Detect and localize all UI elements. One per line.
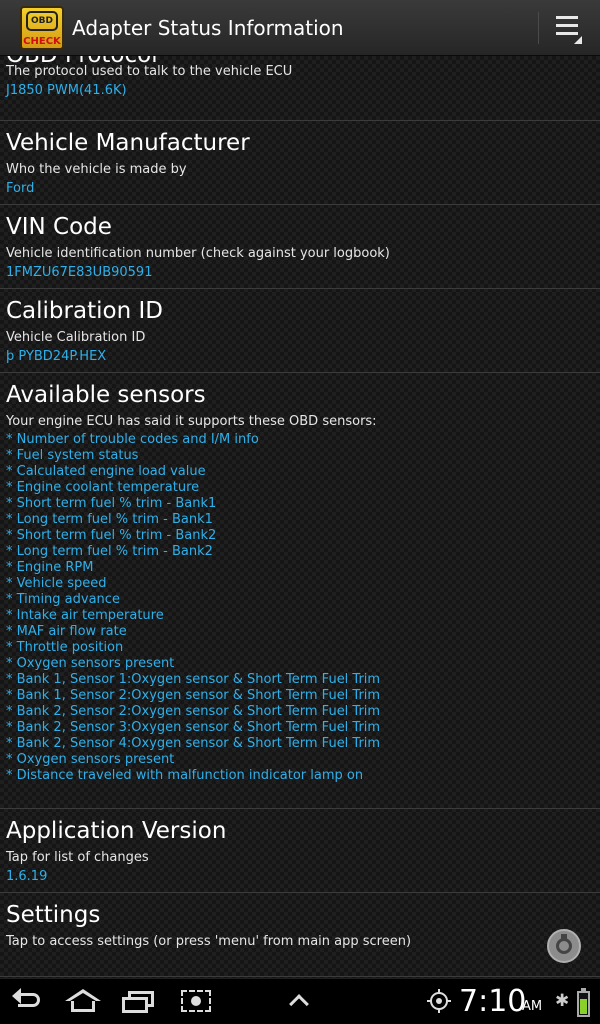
sensor-item: * Calculated engine load value	[6, 464, 206, 479]
menu-line	[556, 16, 578, 19]
sensor-item: * Bank 2, Sensor 2:Oxygen sensor & Short…	[6, 704, 381, 719]
sensor-item: * Long term fuel % trim - Bank1	[6, 512, 213, 527]
divider	[0, 808, 600, 809]
sensor-item: * Bank 2, Sensor 3:Oxygen sensor & Short…	[6, 720, 381, 735]
section-heading: VIN Code	[6, 214, 112, 240]
settings-section[interactable]: Settings Tap to access settings (or pres…	[0, 902, 600, 972]
section-description: The protocol used to talk to the vehicle…	[6, 64, 293, 79]
section-description: Tap for list of changes	[6, 850, 149, 865]
up-chevron-icon[interactable]	[284, 987, 316, 1015]
chevron-shape	[289, 994, 309, 1014]
system-bar: 7:10 AM ✱	[0, 978, 600, 1024]
app-version-section[interactable]: Application Version Tap for list of chan…	[0, 818, 600, 892]
sensor-item: * Oxygen sensors present	[6, 752, 175, 767]
menu-line	[556, 32, 578, 35]
section-heading: Calibration ID	[6, 298, 163, 324]
gear-ring	[556, 938, 572, 954]
menu-line	[556, 24, 578, 27]
sensor-item: * Throttle position	[6, 640, 124, 655]
section-description: Tap to access settings (or press 'menu' …	[6, 934, 412, 949]
home-base	[71, 1001, 95, 1012]
page-title: Adapter Status Information	[72, 16, 344, 40]
overflow-menu-icon[interactable]	[548, 12, 588, 46]
vin-section[interactable]: VIN Code Vehicle identification number (…	[0, 214, 600, 288]
divider	[0, 976, 600, 977]
section-description: Vehicle identification number (check aga…	[6, 246, 390, 261]
sensor-item: * Distance traveled with malfunction ind…	[6, 768, 364, 783]
section-description: Your engine ECU has said it supports the…	[6, 414, 377, 429]
obd-check-logo-icon[interactable]: OBD CHECK	[20, 6, 64, 50]
status-list[interactable]: OBD Protocol The protocol used to talk t…	[0, 56, 600, 978]
section-value: Ford	[6, 181, 35, 196]
action-bar: OBD CHECK Adapter Status Information	[0, 0, 600, 56]
sensor-item: * Bank 1, Sensor 2:Oxygen sensor & Short…	[6, 688, 381, 703]
section-heading: Vehicle Manufacturer	[6, 130, 250, 156]
battery-icon	[577, 988, 590, 1017]
sensor-item: * Short term fuel % trim - Bank1	[6, 496, 217, 511]
screenshot-dot	[191, 996, 201, 1006]
section-heading: Settings	[6, 902, 101, 928]
divider	[0, 120, 600, 121]
sensor-item: * Engine RPM	[6, 560, 94, 575]
section-description: Who the vehicle is made by	[6, 162, 187, 177]
menu-corner-triangle	[574, 36, 582, 44]
back-arc	[18, 993, 40, 1007]
sensor-item: * Short term fuel % trim - Bank2	[6, 528, 217, 543]
section-value: 1FMZU67E83UB90591	[6, 265, 153, 280]
section-value: þ PYBD24P.HEX	[6, 349, 107, 364]
home-icon[interactable]	[62, 987, 104, 1015]
status-clock[interactable]: 7:10	[459, 984, 526, 1019]
battery-cap	[581, 988, 586, 991]
section-value: 1.6.19	[6, 869, 48, 884]
sensor-item: * MAF air flow rate	[6, 624, 127, 639]
protocol-section[interactable]: OBD Protocol The protocol used to talk t…	[0, 56, 600, 120]
back-icon[interactable]	[10, 987, 46, 1015]
sensor-item: * Vehicle speed	[6, 576, 107, 591]
section-heading: Available sensors	[6, 382, 206, 408]
section-value: J1850 PWM(41.6K)	[6, 83, 127, 98]
recent-rect-front	[122, 997, 148, 1013]
sensors-section[interactable]: Available sensors Your engine ECU has sa…	[0, 382, 600, 802]
sensor-item: * Intake air temperature	[6, 608, 164, 623]
logo-top-text: OBD	[26, 11, 58, 31]
logo-bottom-text: CHECK	[23, 36, 61, 47]
battery-fill	[580, 998, 587, 1014]
sensor-item: * Bank 1, Sensor 1:Oxygen sensor & Short…	[6, 672, 381, 687]
divider	[0, 204, 600, 205]
action-bar-divider	[538, 12, 539, 44]
divider	[0, 372, 600, 373]
calibration-section[interactable]: Calibration ID Vehicle Calibration ID þ …	[0, 298, 600, 372]
gear-icon[interactable]	[547, 929, 581, 963]
gps-core	[436, 998, 442, 1004]
manufacturer-section[interactable]: Vehicle Manufacturer Who the vehicle is …	[0, 130, 600, 204]
divider	[0, 288, 600, 289]
sensor-item: * Number of trouble codes and I/M info	[6, 432, 259, 447]
sensor-item: * Engine coolant temperature	[6, 480, 200, 495]
section-description: Vehicle Calibration ID	[6, 330, 146, 345]
sensor-item: * Long term fuel % trim - Bank2	[6, 544, 213, 559]
gps-icon	[427, 987, 451, 1015]
status-ampm: AM	[522, 999, 543, 1014]
bluetooth-icon: ✱	[555, 991, 570, 1011]
recent-apps-icon[interactable]	[120, 987, 158, 1015]
screenshot-icon[interactable]	[178, 987, 214, 1015]
back-arrowhead	[12, 988, 21, 1004]
section-heading: Application Version	[6, 818, 227, 844]
sensor-item: * Bank 2, Sensor 4:Oxygen sensor & Short…	[6, 736, 381, 751]
sensor-item: * Timing advance	[6, 592, 120, 607]
sensor-item: * Fuel system status	[6, 448, 139, 463]
divider	[0, 892, 600, 893]
home-roof-inner	[70, 993, 96, 1001]
sensor-item: * Oxygen sensors present	[6, 656, 175, 671]
